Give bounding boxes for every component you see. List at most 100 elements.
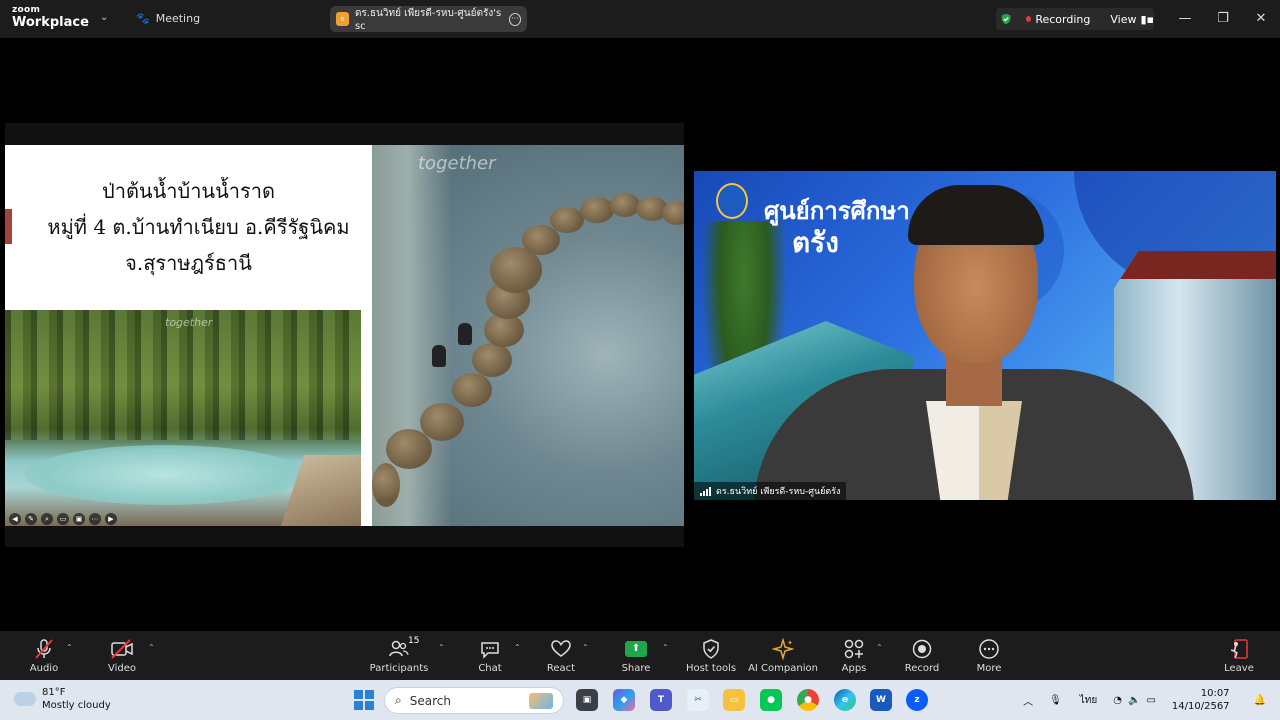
photo-watermark: together (165, 316, 213, 329)
edge-icon[interactable]: e (834, 689, 856, 711)
line-app-icon[interactable]: ● (760, 689, 782, 711)
more-icon[interactable]: ⋯ (89, 513, 101, 525)
clock-time: 10:07 (1200, 688, 1230, 699)
weather-temp: 81°F (42, 687, 66, 698)
apps-label: Apps (841, 662, 867, 674)
zoom-icon[interactable]: ⌕ (41, 513, 53, 525)
meeting-label: Meeting (155, 12, 201, 25)
photo-watermark: together (418, 153, 496, 174)
file-explorer-icon[interactable]: ▭ (723, 689, 745, 711)
chrome-icon[interactable]: ● (797, 689, 819, 711)
ai-companion-label: AI Companion (748, 662, 818, 674)
chevron-up-icon[interactable]: ︿ (1023, 693, 1033, 708)
chat-caret-icon[interactable]: ⌃ (514, 643, 521, 652)
weather-widget[interactable]: 81°F Mostly cloudy (14, 686, 111, 712)
leave-button[interactable]: Leave (1224, 631, 1254, 680)
participants-icon (389, 640, 409, 656)
chat-icon (481, 641, 499, 659)
wifi-icon[interactable]: ◔ (1113, 695, 1122, 706)
next-slide-icon[interactable]: ▶ (105, 513, 117, 525)
forest-pool-photo: together (5, 310, 361, 526)
volume-icon[interactable]: 🔈 (1128, 695, 1140, 706)
security-shield-icon[interactable] (1000, 12, 1012, 26)
participants-label: Participants (369, 662, 429, 674)
minimize-button[interactable]: — (1166, 0, 1204, 36)
screen-share-indicator[interactable]: ธ ดร.ธนวิทย์ เพียรดี-รหบ-ศูนย์ตรัง's sc … (330, 6, 527, 32)
partly-cloudy-icon (14, 686, 36, 706)
more-options-icon[interactable]: ··· (508, 12, 521, 26)
apps-caret-icon[interactable]: ⌃ (876, 643, 883, 652)
microphone-icon[interactable]: 🎙 (1049, 695, 1062, 706)
windows-start-icon[interactable] (354, 690, 374, 710)
video-off-icon (111, 638, 133, 659)
participants-count: 15 (408, 635, 420, 646)
prev-slide-icon[interactable]: ◀ (9, 513, 21, 525)
search-placeholder: Search (409, 693, 451, 708)
muted-mic-icon (35, 638, 53, 659)
host-tools-label: Host tools (685, 662, 737, 674)
slide-accent-bar (5, 209, 12, 244)
host-shield-icon (703, 638, 719, 659)
meeting-toolbar: Audio ⌃ Video ⌃ 15 Participants ⌃ Chat ⌃… (0, 631, 1280, 680)
view-button[interactable]: View ▮▪ (1110, 13, 1154, 26)
notification-bell-icon[interactable]: 🔔 (1254, 695, 1266, 706)
video-label: Video (107, 662, 137, 674)
record-button[interactable]: Record (904, 631, 940, 680)
clock[interactable]: 10:07 14/10/2567 (1172, 687, 1230, 713)
screen-icon[interactable]: ▣ (73, 513, 85, 525)
copilot-icon[interactable]: ◆ (613, 689, 635, 711)
meeting-menu[interactable]: 🐾 Meeting (136, 12, 200, 25)
battery-icon[interactable]: ▭ (1146, 695, 1155, 706)
presentation-slide: ป่าต้นน้ำบ้านน้ำราด หมู่ที่ 4 ต.บ้านทำเน… (5, 145, 684, 526)
participants-caret-icon[interactable]: ⌃ (438, 643, 445, 652)
snipping-tool-icon[interactable]: ✂ (687, 689, 709, 711)
captions-icon[interactable]: ▭ (57, 513, 69, 525)
host-tools-button[interactable]: Host tools (686, 631, 736, 680)
ai-companion-button[interactable]: AI Companion (748, 631, 818, 680)
apps-button[interactable]: Apps (840, 631, 868, 680)
input-language[interactable]: ไทย (1080, 693, 1097, 708)
taskbar-search[interactable]: ⌕ Search (384, 687, 564, 714)
word-icon[interactable]: W (870, 689, 892, 711)
pen-icon[interactable]: ✎ (25, 513, 37, 525)
windows-taskbar: 81°F Mostly cloudy ⌕ Search ▣ ◆ T ✂ ▭ ● … (0, 680, 1280, 720)
brand-zoom-text: zoom (12, 5, 41, 15)
view-layout-icon: ▮▪ (1140, 12, 1154, 26)
river-stones-photo: together (372, 145, 684, 526)
react-button[interactable]: React (546, 631, 576, 680)
clock-date: 14/10/2567 (1171, 701, 1230, 712)
system-tray: ︿ 🎙 ไทย ◔ 🔈 ▭ 10:07 14/10/2567 🔔 (1023, 680, 1280, 720)
slide-title-line-3: จ.สุราษฎร์ธานี (125, 251, 252, 275)
zoom-app-icon[interactable]: z (906, 689, 928, 711)
background-title-2: ตรัง (792, 226, 839, 259)
window-controls: — ❐ ✕ (1166, 0, 1280, 36)
participants-button[interactable]: 15 Participants (369, 631, 429, 680)
audio-options-caret-icon[interactable]: ⌃ (66, 643, 73, 652)
more-dots-icon (979, 638, 999, 659)
slide-title-line-1: ป่าต้นน้ำบ้านน้ำราด (102, 179, 275, 203)
heart-icon (551, 639, 571, 657)
react-caret-icon[interactable]: ⌃ (582, 643, 589, 652)
participant-video[interactable]: ศูนย์การศึกษา ตรัง ดร.ธนวิทย์ เพียรดี-รห… (694, 171, 1276, 500)
share-button[interactable]: ⬆ Share (620, 631, 652, 680)
participant-name-tag: ดร.ธนวิทย์ เพียรดี-รหบ-ศูนย์ตรัง (694, 482, 847, 500)
chevron-down-icon[interactable]: ⌄ (100, 12, 108, 23)
video-options-caret-icon[interactable]: ⌃ (148, 643, 155, 652)
teams-icon[interactable]: T (650, 689, 672, 711)
view-label: View (1110, 12, 1137, 26)
recording-label[interactable]: Recording (1035, 13, 1090, 26)
signal-strength-icon (700, 486, 711, 496)
restore-button[interactable]: ❐ (1204, 0, 1242, 36)
share-title: ดร.ธนวิทย์ เพียรดี-รหบ-ศูนย์ตรัง's sc (354, 8, 502, 32)
task-view-icon[interactable]: ▣ (576, 689, 598, 711)
zoom-workplace-logo[interactable]: zoom Workplace (12, 5, 89, 30)
video-button[interactable]: Video (106, 631, 138, 680)
chat-button[interactable]: Chat (476, 631, 504, 680)
participant-shirt (926, 401, 1022, 500)
share-caret-icon[interactable]: ⌃ (662, 643, 669, 652)
audio-button[interactable]: Audio (28, 631, 60, 680)
status-area: Recording View ▮▪ (996, 8, 1154, 30)
more-button[interactable]: More (974, 631, 1004, 680)
person-in-water (432, 345, 446, 367)
close-button[interactable]: ✕ (1242, 0, 1280, 36)
